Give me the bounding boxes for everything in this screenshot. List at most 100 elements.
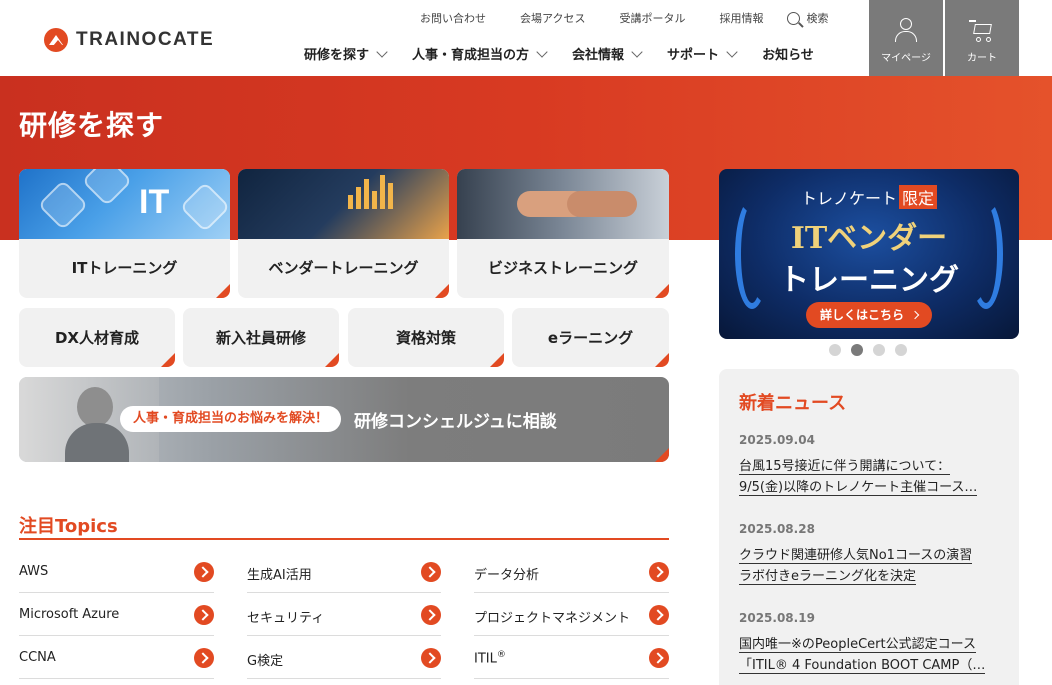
topic-label: プロジェクトマネジメント: [474, 611, 631, 626]
gnav-item-support[interactable]: サポート: [667, 44, 738, 63]
topic-label: ITIL®: [474, 650, 506, 666]
gnav-item-company[interactable]: 会社情報: [572, 44, 643, 63]
news-date: 2025.08.19: [739, 611, 815, 625]
gnav-item-news[interactable]: お知らせ: [762, 44, 814, 63]
corner-arrow-icon: [655, 353, 669, 367]
it-training-image: IT: [19, 169, 230, 239]
card-label: ビジネストレーニング: [487, 259, 638, 277]
topic-label: G検定: [247, 654, 284, 669]
card-label: 資格対策: [395, 329, 456, 347]
topic-project-management[interactable]: プロジェクトマネジメント: [474, 593, 669, 636]
site-header: TRAINOCATE お問い合わせ 会場アクセス 受講ポータル 採用情報 検索 …: [0, 0, 1052, 76]
carousel-dot[interactable]: [829, 344, 841, 356]
topic-g-kentei[interactable]: G検定: [247, 636, 441, 679]
concierge-pill: 人事・育成担当のお悩みを解決！: [120, 406, 342, 432]
news-headline[interactable]: クラウド関連研修人気No1コースの演習 ラボ付きeラーニング化を決定: [739, 545, 1001, 587]
chevron-down-icon: [726, 45, 738, 58]
arrow-right-icon: [194, 648, 214, 668]
card-label: ITトレーニング: [71, 259, 178, 277]
card-business-training[interactable]: ビジネストレーニング: [457, 169, 669, 298]
arrow-right-icon: [649, 605, 669, 625]
banner-top-text: トレノケート: [800, 189, 897, 208]
arrow-right-icon: [194, 605, 214, 625]
search-label: 検索: [806, 12, 829, 25]
card-label: eラーニング: [547, 329, 634, 347]
trainocate-logo[interactable]: TRAINOCATE: [44, 28, 214, 52]
arrow-right-icon: [649, 562, 669, 582]
logo-mark-icon: [44, 28, 68, 52]
news-line: ラボ付きeラーニング化を決定: [739, 569, 916, 585]
topic-itil[interactable]: ITIL®: [474, 636, 669, 679]
news-item[interactable]: 2025.08.28 クラウド関連研修人気No1コースの演習 ラボ付きeラーニン…: [739, 522, 1001, 587]
arrow-right-icon: [421, 648, 441, 668]
carousel-dot[interactable]: [873, 344, 885, 356]
person-icon: [895, 18, 917, 44]
news-panel: 新着ニュース 2025.09.04 台風15号接近に伴う開講について： 9/5(…: [719, 369, 1019, 685]
it-vendor-banner[interactable]: トレノケート 限定 ITベンダー トレーニング 詳しくはこちら: [719, 169, 1019, 339]
gnav-item-search-training[interactable]: 研修を探す: [304, 44, 388, 63]
card-label: ベンダートレーニング: [268, 259, 419, 277]
topic-data-analysis[interactable]: データ分析: [474, 550, 669, 593]
chevron-down-icon: [376, 45, 388, 58]
banner-cta-button[interactable]: 詳しくはこちら: [806, 302, 932, 328]
banner-cta-label: 詳しくはこちら: [819, 308, 904, 322]
card-it-training[interactable]: IT ITトレーニング: [19, 169, 230, 298]
chevron-down-icon: [631, 45, 643, 58]
gnav-label: 研修を探す: [304, 48, 370, 63]
card-dx[interactable]: DX人材育成: [19, 308, 175, 367]
card-elearning[interactable]: eラーニング: [512, 308, 669, 367]
corner-arrow-icon: [216, 284, 230, 298]
news-headline[interactable]: 国内唯一※のPeopleCert公式認定コース 「ITIL® 4 Foundat…: [739, 634, 1001, 676]
card-label: 新入社員研修: [215, 329, 306, 347]
news-item[interactable]: 2025.09.04 台風15号接近に伴う開講について： 9/5(金)以降のトレ…: [739, 433, 1001, 498]
arrow-right-icon: [421, 605, 441, 625]
topics-title: 注目Topics: [19, 516, 118, 537]
cart-label: カート: [967, 53, 997, 64]
banner-line2: トレーニング: [779, 263, 959, 298]
arrow-right-icon: [194, 562, 214, 582]
gnav-label: 人事・育成担当の方: [412, 48, 530, 63]
news-title: 新着ニュース: [739, 393, 847, 414]
news-item[interactable]: 2025.08.19 国内唯一※のPeopleCert公式認定コース 「ITIL…: [739, 611, 1001, 676]
corner-arrow-icon: [655, 284, 669, 298]
topic-azure[interactable]: Microsoft Azure: [19, 593, 214, 636]
topic-genai[interactable]: 生成AI活用: [247, 550, 441, 593]
card-certification[interactable]: 資格対策: [348, 308, 504, 367]
topic-label: CCNA: [19, 650, 56, 665]
topic-label: 生成AI活用: [247, 568, 312, 583]
news-date: 2025.09.04: [739, 433, 815, 447]
util-link-contact[interactable]: お問い合わせ: [420, 10, 486, 26]
corner-arrow-icon: [435, 284, 449, 298]
util-link-access[interactable]: 会場アクセス: [520, 10, 585, 26]
search-button[interactable]: 検索: [787, 10, 828, 26]
carousel-dots: [829, 344, 907, 356]
concierge-banner[interactable]: 人事・育成担当のお悩みを解決！ 研修コンシェルジュに相談: [19, 377, 669, 462]
topic-aws[interactable]: AWS: [19, 550, 214, 593]
topic-label: Microsoft Azure: [19, 607, 120, 622]
arrow-right-icon: [649, 648, 669, 668]
corner-arrow-icon: [325, 353, 339, 367]
arrow-right-icon: [421, 562, 441, 582]
gnav-label: サポート: [667, 48, 720, 63]
global-nav: 研修を探す 人事・育成担当の方 会社情報 サポート お知らせ: [304, 44, 840, 63]
carousel-dot[interactable]: [895, 344, 907, 356]
topic-label: セキュリティ: [247, 611, 325, 626]
card-new-employee[interactable]: 新入社員研修: [183, 308, 339, 367]
topic-ccna[interactable]: CCNA: [19, 636, 214, 679]
util-link-portal[interactable]: 受講ポータル: [619, 10, 685, 26]
card-vendor-training[interactable]: ベンダートレーニング: [238, 169, 449, 298]
news-line: クラウド関連研修人気No1コースの演習: [739, 548, 973, 564]
cart-button[interactable]: カート: [945, 0, 1019, 76]
gnav-item-hr[interactable]: 人事・育成担当の方: [412, 44, 548, 63]
mypage-button[interactable]: マイページ: [869, 0, 943, 76]
banner-tag: 限定: [899, 185, 938, 209]
card-label: DX人材育成: [54, 329, 140, 347]
gnav-label: お知らせ: [762, 48, 814, 63]
topic-security[interactable]: セキュリティ: [247, 593, 441, 636]
carousel-dot-active[interactable]: [851, 344, 863, 356]
gnav-label: 会社情報: [572, 48, 625, 63]
util-link-recruit[interactable]: 採用情報: [719, 10, 763, 26]
search-icon: [787, 11, 801, 25]
news-date: 2025.08.28: [739, 522, 815, 536]
news-headline[interactable]: 台風15号接近に伴う開講について： 9/5(金)以降のトレノケート主催コース…: [739, 456, 1001, 498]
